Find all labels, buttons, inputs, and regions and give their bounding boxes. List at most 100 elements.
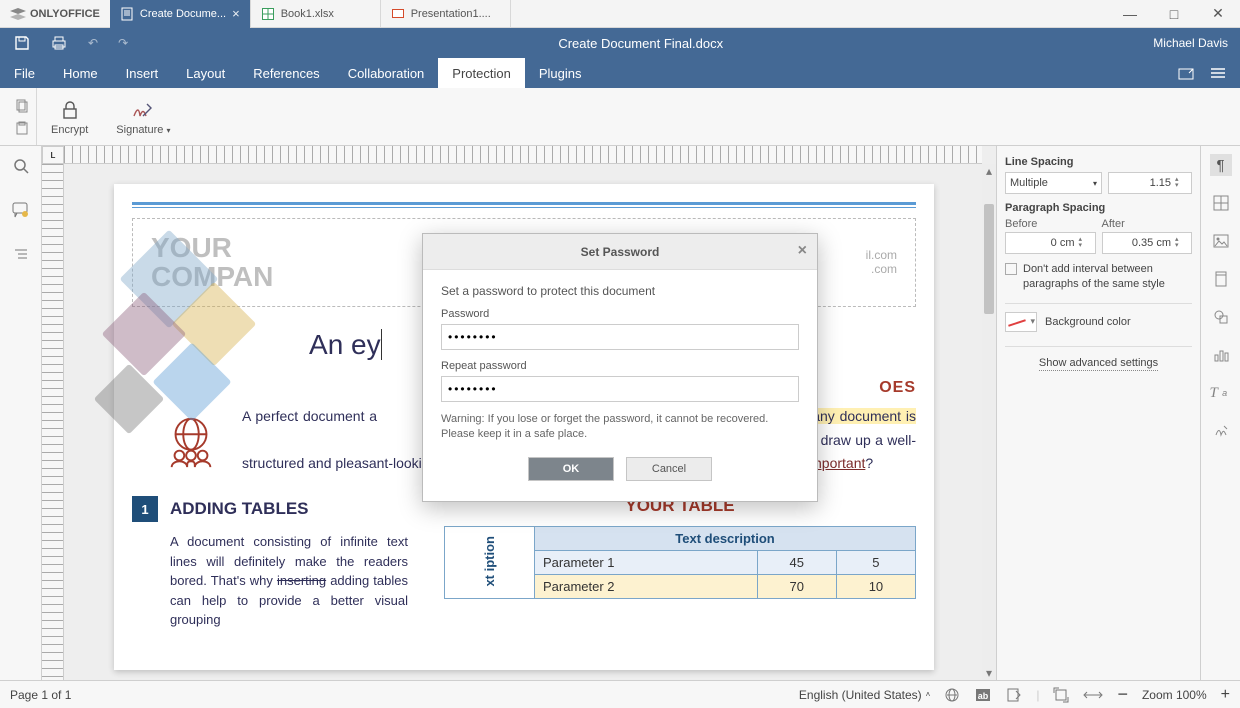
encrypt-button[interactable]: Encrypt [37, 98, 102, 136]
table-settings-icon[interactable] [1210, 192, 1232, 214]
status-bar: Page 1 of 1 English (United States) ˄ ab… [0, 680, 1240, 708]
password-field[interactable] [441, 324, 799, 350]
app-name: ONLYOFFICE [30, 8, 100, 20]
encrypt-label: Encrypt [51, 124, 88, 136]
dialog-description: Set a password to protect this document [441, 284, 799, 298]
fit-page-icon[interactable] [1053, 687, 1069, 703]
presentation-icon [391, 7, 405, 21]
tab-label: Presentation1.... [411, 8, 491, 20]
language-selector[interactable]: English (United States) ˄ [799, 688, 930, 702]
dialog-title-bar[interactable]: Set Password × [423, 234, 817, 270]
company-name: YOUR COMPAN [151, 233, 273, 292]
advanced-settings-link[interactable]: Show advanced settings [1039, 357, 1158, 371]
save-icon[interactable] [14, 35, 30, 51]
tab-plugins[interactable]: Plugins [525, 58, 596, 88]
cancel-button[interactable]: Cancel [626, 457, 712, 481]
right-panel: Line Spacing Multiple▾ 1.15▴▾ Paragraph … [996, 146, 1200, 680]
password-label: Password [441, 308, 799, 320]
tab-strip: Create Docume... × Book1.xlsx Presentati… [110, 0, 511, 28]
image-settings-icon[interactable] [1210, 230, 1232, 252]
ribbon: Encrypt Signature ▾ [0, 88, 1240, 146]
paste-icon[interactable] [14, 121, 30, 135]
doc-tab-spreadsheet[interactable]: Book1.xlsx [251, 0, 381, 28]
left-toolbar [0, 146, 42, 680]
header-row: ↶ ↷ Create Document Final.docx Michael D… [0, 28, 1240, 58]
section-title: ADDING TABLES [170, 499, 309, 519]
print-icon[interactable] [50, 35, 68, 51]
undo-icon[interactable]: ↶ [88, 36, 98, 50]
doc-tab-document[interactable]: Create Docume... × [110, 0, 251, 28]
tab-home[interactable]: Home [49, 58, 112, 88]
vertical-ruler[interactable] [42, 164, 64, 680]
menu-icon[interactable] [1210, 67, 1226, 79]
tab-layout[interactable]: Layout [172, 58, 239, 88]
dialog-warning: Warning: If you lose or forget the passw… [441, 412, 799, 443]
close-icon[interactable]: × [232, 6, 240, 21]
no-interval-checkbox[interactable]: Don't add interval between paragraphs of… [1005, 262, 1192, 293]
after-label: After [1102, 218, 1193, 230]
spacing-after[interactable]: 0.35 cm▴▾ [1102, 232, 1193, 254]
right-toolbar: ¶ Ta [1200, 146, 1240, 680]
search-icon[interactable] [9, 154, 33, 178]
signature-button[interactable]: Signature ▾ [102, 98, 184, 136]
tab-insert[interactable]: Insert [112, 58, 173, 88]
tab-references[interactable]: References [239, 58, 333, 88]
title-bar: ONLYOFFICE Create Docume... × Book1.xlsx… [0, 0, 1240, 28]
maximize-button[interactable]: □ [1152, 0, 1196, 28]
document-title: Create Document Final.docx [128, 36, 1153, 51]
zoom-label[interactable]: Zoom 100% [1142, 688, 1207, 702]
close-button[interactable]: ✕ [1196, 0, 1240, 28]
paragraph-settings-icon[interactable]: ¶ [1210, 154, 1232, 176]
tab-collaboration[interactable]: Collaboration [334, 58, 439, 88]
tab-label: Book1.xlsx [281, 8, 334, 20]
ok-button[interactable]: OK [528, 457, 614, 481]
spellcheck-icon[interactable] [944, 688, 960, 702]
contact-info: il.com .com [866, 248, 897, 276]
shape-settings-icon[interactable] [1210, 306, 1232, 328]
menu-bar: File Home Insert Layout References Colla… [0, 58, 1240, 88]
scroll-down-icon[interactable]: ▾ [982, 666, 996, 680]
textart-settings-icon[interactable]: Ta [1210, 382, 1232, 404]
tab-protection[interactable]: Protection [438, 58, 525, 88]
chart-settings-icon[interactable] [1210, 344, 1232, 366]
doc-tab-presentation[interactable]: Presentation1.... [381, 0, 511, 28]
comments-icon[interactable] [9, 198, 33, 222]
set-password-dialog: Set Password × Set a password to protect… [422, 233, 818, 502]
copy-icon[interactable] [14, 99, 30, 113]
open-location-icon[interactable] [1178, 66, 1196, 80]
signature-icon [131, 98, 155, 122]
section-body: A document consisting of infinite text l… [170, 532, 408, 630]
ruler-corner[interactable]: L [42, 146, 64, 164]
dialog-title: Set Password [581, 245, 660, 259]
line-spacing-mode[interactable]: Multiple▾ [1005, 172, 1102, 194]
user-name[interactable]: Michael Davis [1153, 36, 1240, 50]
window-controls: — □ ✕ [1108, 0, 1240, 28]
track-changes-icon[interactable] [1006, 687, 1022, 703]
signature-settings-icon[interactable] [1210, 420, 1232, 442]
repeat-password-label: Repeat password [441, 360, 799, 372]
line-spacing-value[interactable]: 1.15▴▾ [1108, 172, 1192, 194]
spacing-before[interactable]: 0 cm▴▾ [1005, 232, 1096, 254]
tab-file[interactable]: File [0, 58, 49, 88]
spreadsheet-icon [261, 7, 275, 21]
fit-width-icon[interactable] [1083, 689, 1103, 701]
header-footer-icon[interactable] [1210, 268, 1232, 290]
redo-icon[interactable]: ↷ [118, 36, 128, 50]
tracking-icon[interactable]: ab [974, 687, 992, 703]
horizontal-ruler[interactable] [64, 146, 982, 164]
page-indicator[interactable]: Page 1 of 1 [10, 688, 71, 702]
signature-label: Signature ▾ [116, 124, 170, 136]
outline-icon[interactable] [9, 242, 33, 266]
app-logo: ONLYOFFICE [0, 8, 110, 20]
scrollbar-thumb[interactable] [984, 204, 994, 314]
before-label: Before [1005, 218, 1096, 230]
dialog-close-icon[interactable]: × [798, 242, 807, 260]
bg-color-picker[interactable] [1005, 312, 1037, 332]
scroll-up-icon[interactable]: ▴ [982, 164, 996, 178]
svg-text:ab: ab [978, 691, 989, 701]
vertical-scrollbar[interactable]: ▴ ▾ [982, 164, 996, 680]
zoom-in-icon[interactable]: + [1221, 686, 1230, 704]
zoom-out-icon[interactable]: − [1117, 684, 1128, 705]
minimize-button[interactable]: — [1108, 0, 1152, 28]
repeat-password-field[interactable] [441, 376, 799, 402]
